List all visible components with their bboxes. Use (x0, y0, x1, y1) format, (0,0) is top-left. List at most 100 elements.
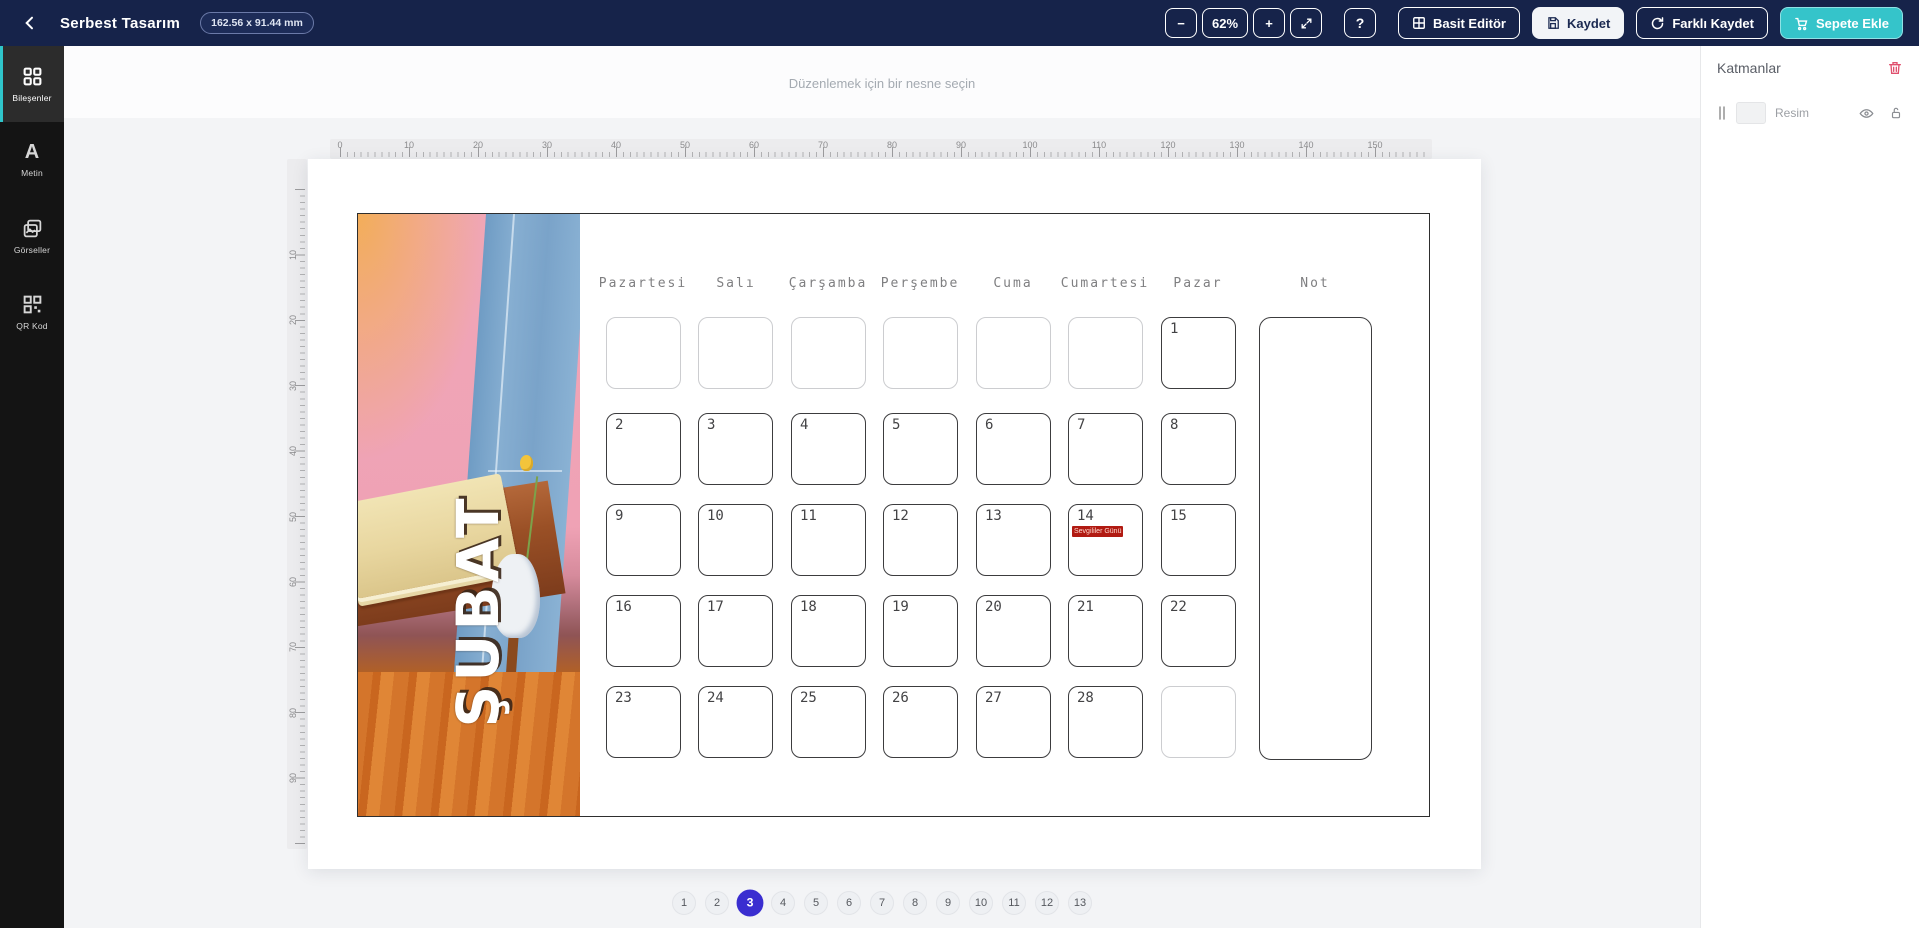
ruler-h-label: 120 (1160, 140, 1175, 150)
selection-hint: Düzenlemek için bir nesne seçin (789, 76, 975, 91)
ruler-h-label: 90 (956, 140, 966, 150)
calendar-day-cell[interactable]: 3 (698, 413, 773, 485)
sepete-ekle-button[interactable]: Sepete Ekle (1780, 7, 1903, 39)
calendar-day-cell[interactable]: 16 (606, 595, 681, 667)
calendar-day-cell[interactable]: 11 (791, 504, 866, 576)
artwork-tulip (520, 455, 533, 471)
calendar-day-cell[interactable]: 21 (1068, 595, 1143, 667)
day-header: Çarşamba (789, 276, 868, 291)
ruler-h-label: 100 (1022, 140, 1037, 150)
calendar-day-cell[interactable]: 24 (698, 686, 773, 758)
calendar-day-cell[interactable]: 26 (883, 686, 958, 758)
calendar-day-cell[interactable]: 13 (976, 504, 1051, 576)
ruler-h-label: 150 (1367, 140, 1382, 150)
horizontal-ruler: 0102030405060708090100110120130140150 (330, 139, 1432, 159)
page-button-1[interactable]: 1 (672, 891, 696, 915)
page-button-7[interactable]: 7 (870, 891, 894, 915)
calendar-day-cell[interactable] (606, 317, 681, 389)
day-number: 19 (892, 599, 909, 615)
calendar-day-cell[interactable]: 15 (1161, 504, 1236, 576)
artboard-page[interactable]: ŞUBAT PazartesiSalıÇarşambaPerşembeCumaC… (308, 159, 1481, 869)
calendar-day-cell[interactable]: 18 (791, 595, 866, 667)
february-artwork-image[interactable]: ŞUBAT (358, 214, 580, 816)
calendar-day-cell[interactable]: 6 (976, 413, 1051, 485)
note-column-box[interactable] (1259, 317, 1372, 760)
layer-lock-button[interactable] (1889, 106, 1903, 120)
calendar-day-cell[interactable]: 12 (883, 504, 958, 576)
calendar-day-cell[interactable]: 19 (883, 595, 958, 667)
calendar-day-cell[interactable]: 22 (1161, 595, 1236, 667)
page-button-6[interactable]: 6 (837, 891, 861, 915)
ruler-h-label: 40 (611, 140, 621, 150)
drag-handle-icon[interactable] (1717, 105, 1727, 121)
page-button-5[interactable]: 5 (804, 891, 828, 915)
basit-editor-label: Basit Editör (1433, 16, 1506, 31)
calendar-day-cell[interactable]: 28 (1068, 686, 1143, 758)
calendar-day-cell[interactable]: 14Sevgililer Günü (1068, 504, 1143, 576)
qr-code-icon (22, 294, 43, 315)
page-button-8[interactable]: 8 (903, 891, 927, 915)
calendar-day-cell[interactable]: 8 (1161, 413, 1236, 485)
day-number: 10 (707, 508, 724, 524)
calendar-day-cell[interactable]: 7 (1068, 413, 1143, 485)
zoom-level[interactable]: 62% (1202, 8, 1248, 38)
page-button-4[interactable]: 4 (771, 891, 795, 915)
page-button-3[interactable]: 3 (737, 890, 764, 917)
calendar-day-cell[interactable] (1068, 317, 1143, 389)
calendar-day-cell[interactable] (883, 317, 958, 389)
calendar-day-cell[interactable] (791, 317, 866, 389)
page-button-12[interactable]: 12 (1035, 891, 1059, 915)
calendar-day-cell[interactable]: 25 (791, 686, 866, 758)
farkli-kaydet-button[interactable]: Farklı Kaydet (1636, 7, 1768, 39)
calendar-day-cell[interactable]: 1 (1161, 317, 1236, 389)
ruler-v-label: 50 (288, 512, 298, 522)
special-day-badge: Sevgililer Günü (1072, 526, 1123, 537)
calendar-day-cell[interactable] (698, 317, 773, 389)
calendar-day-cell[interactable]: 2 (606, 413, 681, 485)
zoom-out-button[interactable]: − (1165, 8, 1197, 38)
eye-icon (1859, 106, 1874, 121)
day-number: 25 (800, 690, 817, 706)
day-number: 5 (892, 417, 900, 433)
day-number: 22 (1170, 599, 1187, 615)
ruler-h-label: 60 (749, 140, 759, 150)
ruler-v-label: 80 (288, 708, 298, 718)
sidebar-item-label: Metin (21, 168, 43, 178)
page-button-10[interactable]: 10 (969, 891, 993, 915)
calendar-day-cell[interactable] (1161, 686, 1236, 758)
day-header: Salı (716, 276, 755, 291)
left-sidebar: Bileşenler A Metin Görseller QR Kod (0, 46, 64, 928)
basit-editor-button[interactable]: Basit Editör (1398, 7, 1520, 39)
zoom-in-button[interactable]: + (1253, 8, 1285, 38)
delete-layer-button[interactable] (1887, 60, 1903, 76)
calendar-day-cell[interactable]: 9 (606, 504, 681, 576)
page-button-9[interactable]: 9 (936, 891, 960, 915)
back-button[interactable] (16, 9, 44, 37)
calendar-day-cell[interactable]: 17 (698, 595, 773, 667)
calendar-day-cell[interactable]: 20 (976, 595, 1051, 667)
fit-screen-button[interactable] (1290, 8, 1322, 38)
sidebar-item-bilesenler[interactable]: Bileşenler (0, 46, 64, 122)
layer-visibility-button[interactable] (1859, 106, 1874, 121)
sidebar-item-qr-kod[interactable]: QR Kod (0, 274, 64, 350)
page-button-11[interactable]: 11 (1002, 891, 1026, 915)
sidebar-item-metin[interactable]: A Metin (0, 122, 64, 198)
layer-row-resim[interactable]: Resim (1711, 96, 1909, 130)
page-button-13[interactable]: 13 (1068, 891, 1092, 915)
calendar-day-cell[interactable]: 4 (791, 413, 866, 485)
page-button-2[interactable]: 2 (705, 891, 729, 915)
day-number: 15 (1170, 508, 1187, 524)
calendar-day-cell[interactable]: 23 (606, 686, 681, 758)
calendar-day-cell[interactable]: 10 (698, 504, 773, 576)
day-number: 16 (615, 599, 632, 615)
calendar-day-cell[interactable]: 5 (883, 413, 958, 485)
sidebar-item-label: QR Kod (16, 321, 47, 331)
kaydet-button[interactable]: Kaydet (1532, 7, 1624, 39)
day-number: 23 (615, 690, 632, 706)
calendar-day-cell[interactable] (976, 317, 1051, 389)
help-button[interactable]: ? (1344, 8, 1376, 38)
sidebar-item-label: Bileşenler (12, 93, 51, 103)
day-number: 26 (892, 690, 909, 706)
sidebar-item-gorseller[interactable]: Görseller (0, 198, 64, 274)
calendar-day-cell[interactable]: 27 (976, 686, 1051, 758)
